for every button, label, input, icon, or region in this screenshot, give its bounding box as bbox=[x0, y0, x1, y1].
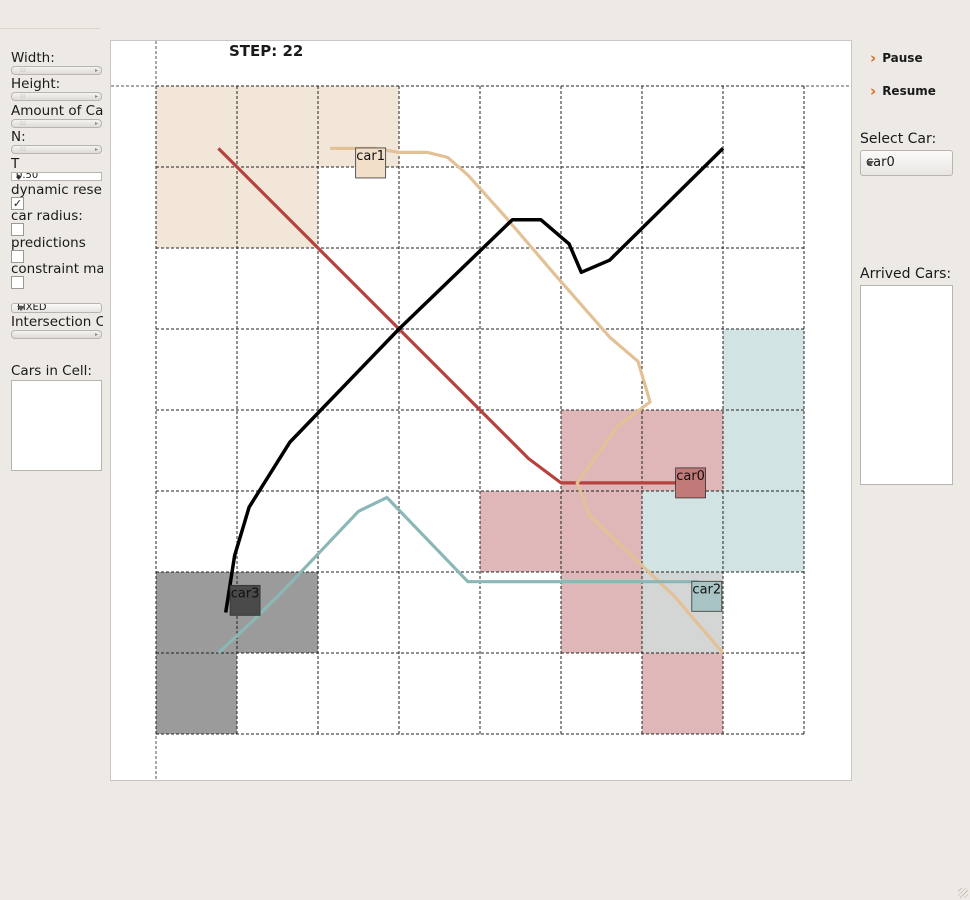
car3-label: car3 bbox=[231, 586, 260, 601]
intersection-slider[interactable]: ▸ bbox=[11, 330, 102, 339]
grid-cell bbox=[723, 329, 804, 410]
resize-grip-icon[interactable] bbox=[958, 888, 968, 898]
select-car-label: Select Car: bbox=[860, 131, 937, 147]
constraint-checkbox[interactable] bbox=[11, 276, 24, 289]
n-label: N: bbox=[11, 129, 26, 145]
grid-cell bbox=[156, 167, 237, 248]
width-slider[interactable]: ⁝⁝⁝ ▸ bbox=[11, 66, 102, 75]
grid-cell bbox=[723, 491, 804, 572]
car0-label: car0 bbox=[676, 469, 705, 484]
amount-of-cars-slider[interactable]: ⁝⁝⁝ ▸ bbox=[11, 119, 102, 128]
grid-cell bbox=[156, 653, 237, 734]
select-car-dropdown[interactable]: car0 bbox=[860, 150, 953, 176]
grid-cell bbox=[723, 410, 804, 491]
chevron-down-icon bbox=[17, 306, 25, 311]
grid-cell bbox=[642, 653, 723, 734]
dynamic-reservation-label: dynamic reser bbox=[11, 182, 103, 198]
step-counter: STEP: 22 bbox=[229, 42, 304, 60]
resume-label: Resume bbox=[882, 84, 936, 98]
car2-label: car2 bbox=[692, 582, 721, 597]
n-slider[interactable]: ⁝⁝⁝ ▸ bbox=[11, 145, 102, 154]
predictions-label: predictions bbox=[11, 235, 86, 251]
grid-cell bbox=[642, 491, 723, 572]
chevron-right-icon: › bbox=[870, 49, 877, 67]
height-label: Height: bbox=[11, 76, 61, 92]
height-slider[interactable]: ⁝⁝⁝ ▸ bbox=[11, 92, 102, 101]
arrived-cars-label: Arrived Cars: bbox=[860, 266, 952, 282]
constraint-label: constraint ma bbox=[11, 261, 103, 277]
arrived-cars-list[interactable] bbox=[860, 285, 953, 485]
spin-arrows-icon[interactable]: ◆ bbox=[16, 173, 99, 180]
grid-cell bbox=[561, 491, 642, 572]
grid-cell bbox=[480, 491, 561, 572]
window-divider bbox=[0, 28, 100, 29]
pause-button[interactable]: › Pause bbox=[870, 49, 923, 67]
grid-cell bbox=[237, 86, 318, 167]
pause-label: Pause bbox=[882, 51, 923, 65]
t-spinbox[interactable]: 0.50 ◆ bbox=[11, 172, 102, 181]
amount-of-cars-label: Amount of Ca bbox=[11, 103, 103, 119]
car-radius-label: car radius: bbox=[11, 208, 83, 224]
cars-in-cell-list[interactable] bbox=[11, 380, 102, 471]
simulation-canvas[interactable]: car0 car1 car2 car3 bbox=[110, 40, 852, 781]
width-label: Width: bbox=[11, 50, 55, 66]
chevron-down-icon bbox=[866, 161, 874, 166]
resume-button[interactable]: › Resume bbox=[870, 82, 936, 100]
t-label: T bbox=[11, 156, 20, 172]
intersection-label: Intersection C bbox=[11, 314, 103, 330]
chevron-right-icon: › bbox=[870, 82, 877, 100]
grid-cell bbox=[561, 572, 642, 653]
grid-svg: car0 car1 car2 car3 bbox=[111, 41, 851, 780]
mode-dropdown[interactable]: FIXED bbox=[11, 303, 102, 313]
cars-in-cell-label: Cars in Cell: bbox=[11, 363, 92, 379]
car1-label: car1 bbox=[356, 149, 385, 164]
grid-cell bbox=[156, 572, 237, 653]
